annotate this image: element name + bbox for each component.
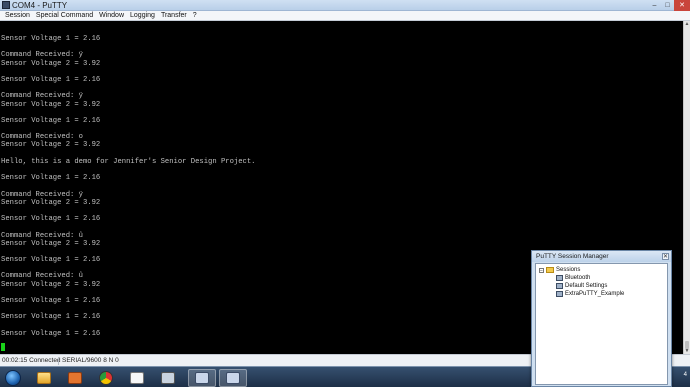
terminal-line: Hello, this is a demo for Jennifer's Sen… [1,157,256,166]
menu-window[interactable]: Window [96,11,127,21]
terminal-cursor [1,343,5,351]
collapse-icon[interactable]: − [539,267,544,273]
windows-orb-icon [5,370,21,386]
taskbar-tool[interactable] [154,369,182,387]
terminal-line: Sensor Voltage 2 = 3.92 [1,280,101,289]
taskbar-putty-1[interactable] [188,369,216,387]
taskbar-putty-2[interactable] [219,369,247,387]
putty-icon [195,372,209,384]
terminal-line: Command Received: û [1,231,83,240]
terminal-line: Sensor Voltage 1 = 2.16 [1,75,101,84]
terminal-lines: Sensor Voltage 1 = 2.16 Command Received:… [1,35,255,338]
terminal-line: Sensor Voltage 2 = 3.92 [1,239,101,248]
taskbar-java[interactable] [123,369,151,387]
terminal-line: Command Received: o [1,133,83,142]
session-label: Default Settings [565,283,608,289]
terminal-line: Sensor Voltage 2 = 3.92 [1,141,101,150]
terminal-line: Sensor Voltage 2 = 3.92 [1,59,101,68]
terminal-scrollbar[interactable]: ▲ ▼ [683,21,690,354]
maximize-button[interactable]: □ [661,0,674,11]
menu-transfer[interactable]: Transfer [158,11,190,21]
computer-icon [556,275,563,281]
java-icon [130,372,144,384]
session-item-bluetooth[interactable]: Bluetooth [539,274,624,282]
session-tree: − Sessions Bluetooth Default Settings Ex… [535,263,668,385]
status-separator [58,357,59,365]
terminal-line: Sensor Voltage 2 = 3.92 [1,198,101,207]
terminal-line: Sensor Voltage 2 = 3.92 [1,100,101,109]
connection-time: 00:02:15 Connected [2,357,61,364]
taskbar-media-player[interactable] [61,369,89,387]
tray-text: 4 [683,372,687,378]
session-manager-close-button[interactable]: ✕ [662,253,669,260]
session-manager-titlebar: PuTTY Session Manager ✕ [532,251,671,262]
terminal-line: Command Received: ÿ [1,51,83,60]
tree-root-label: Sessions [556,267,581,273]
close-button[interactable]: ✕ [674,0,690,11]
menu-help[interactable]: ? [190,11,200,21]
session-manager-title: PuTTY Session Manager [536,253,609,260]
menu-bar: Session Special Command Window Logging T… [0,11,690,21]
terminal-line: Command Received: ÿ [1,92,83,101]
putty-icon [226,372,240,384]
window-title: COM4 - PuTTY [12,1,68,10]
computer-icon [556,291,563,297]
media-player-icon [68,372,82,384]
session-label: Bluetooth [565,275,591,281]
folder-icon [37,372,51,384]
session-label: ExtraPuTTY_Example [565,291,625,297]
terminal-line: Sensor Voltage 1 = 2.16 [1,215,101,224]
terminal-line: Sensor Voltage 1 = 2.16 [1,313,101,322]
taskbar-chrome[interactable] [92,369,120,387]
menu-logging[interactable]: Logging [127,11,158,21]
terminal-line: Sensor Voltage 1 = 2.16 [1,256,101,265]
minimize-button[interactable]: – [648,0,661,11]
chrome-icon [99,371,113,385]
connection-settings: SERIAL/9600 8 N 0 [62,357,119,364]
computer-icon [556,283,563,289]
terminal-line: Sensor Voltage 1 = 2.16 [1,174,101,183]
scroll-up-icon[interactable]: ▲ [684,21,690,27]
session-item-default-settings[interactable]: Default Settings [539,282,624,290]
start-button[interactable] [2,369,24,387]
menu-session[interactable]: Session [2,11,33,21]
window-titlebar: COM4 - PuTTY – □ ✕ [0,0,690,11]
tool-icon [161,372,175,384]
folder-icon [546,267,554,273]
putty-app-icon [2,1,10,9]
tree-root[interactable]: − Sessions [539,266,624,274]
terminal-line: Sensor Voltage 1 = 2.16 [1,297,101,305]
session-item-extraputty-example[interactable]: ExtraPuTTY_Example [539,290,624,298]
taskbar-explorer[interactable] [30,369,58,387]
menu-special-command[interactable]: Special Command [33,11,96,21]
terminal-line: Command Received: û [1,272,83,281]
session-manager-window: PuTTY Session Manager ✕ − Sessions Bluet… [531,250,672,387]
terminal-line: Sensor Voltage 1 = 2.16 [1,116,101,125]
window-controls: – □ ✕ [648,0,690,11]
terminal-line: Command Received: ÿ [1,190,83,199]
terminal-line: Sensor Voltage 1 = 2.16 [1,329,101,338]
terminal-line: Sensor Voltage 1 = 2.16 [1,35,101,43]
